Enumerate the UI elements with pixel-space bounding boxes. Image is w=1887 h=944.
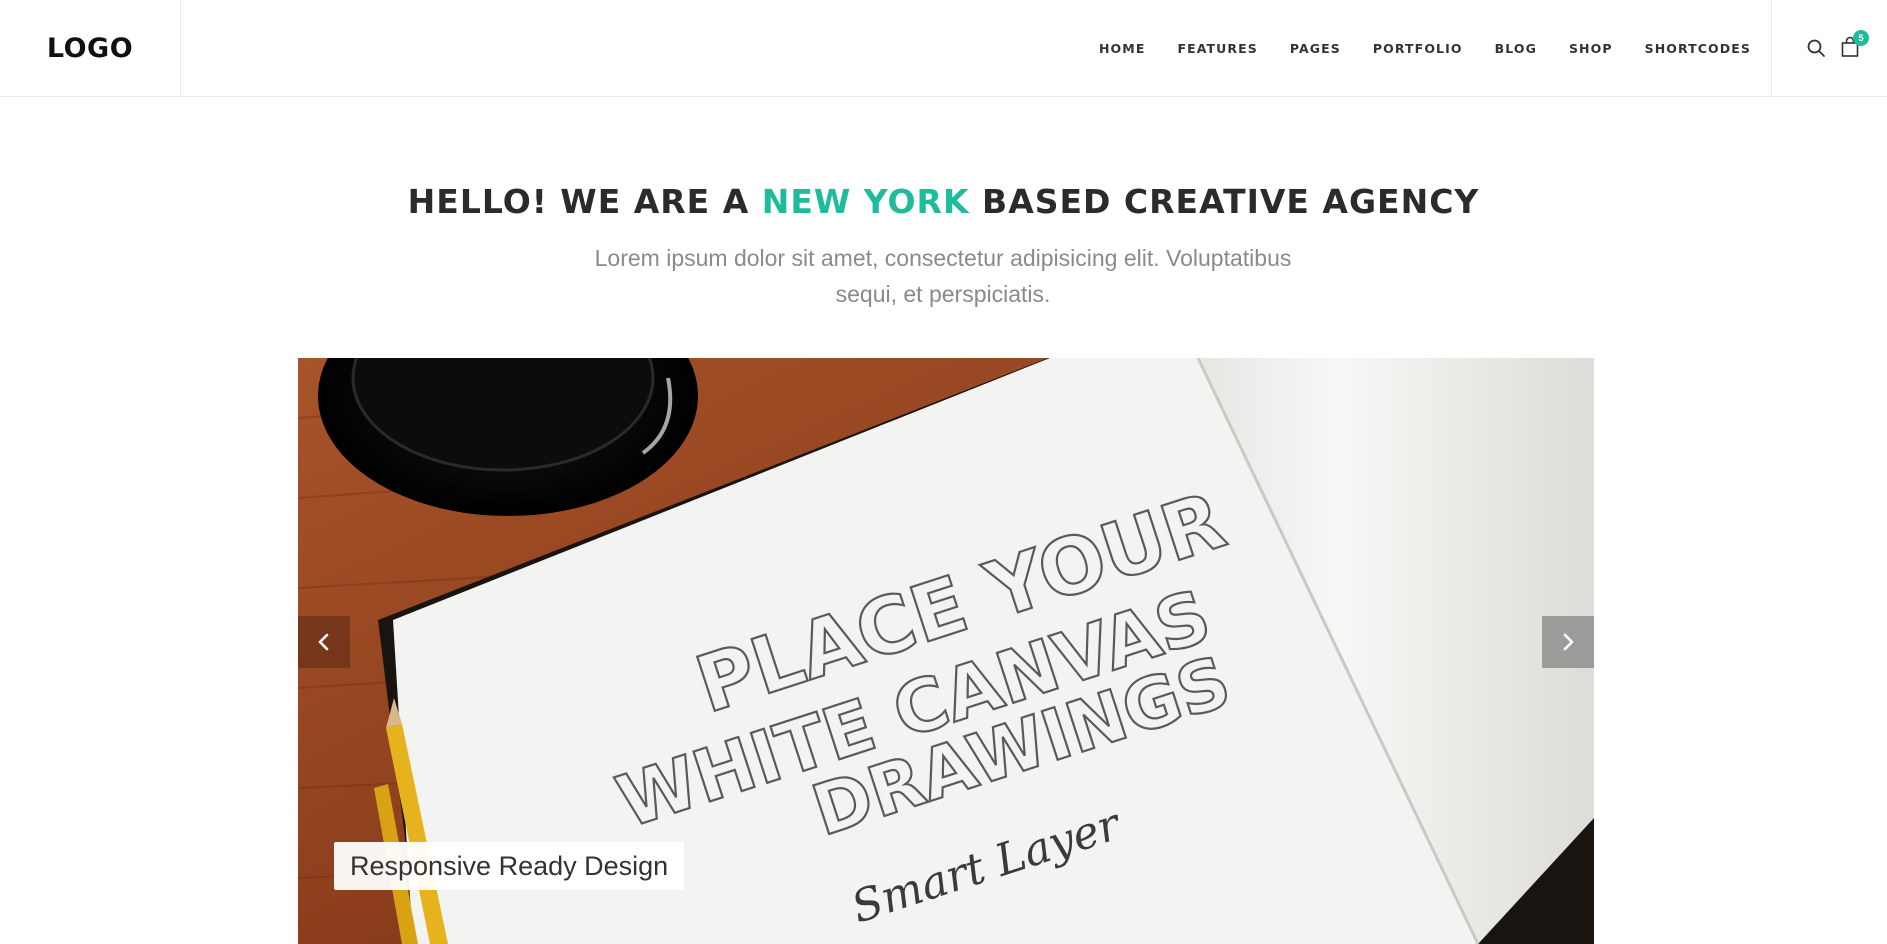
slider-next-button[interactable]: [1542, 616, 1594, 668]
chevron-right-icon: [1563, 633, 1574, 651]
nav-item-portfolio[interactable]: PORTFOLIO: [1373, 41, 1463, 56]
site-logo[interactable]: LOGO: [47, 33, 133, 64]
main-navigation: HOME FEATURES PAGES PORTFOLIO BLOG SHOP …: [1099, 0, 1751, 97]
header-actions: 5: [1771, 0, 1887, 97]
search-icon[interactable]: [1806, 38, 1826, 58]
site-header: LOGO HOME FEATURES PAGES PORTFOLIO BLOG …: [0, 0, 1887, 97]
chevron-left-icon: [318, 633, 329, 651]
cart-count-badge: 5: [1853, 30, 1869, 46]
headline-part-2: BASED CREATIVE AGENCY: [969, 182, 1480, 221]
nav-item-pages[interactable]: PAGES: [1290, 41, 1341, 56]
slider-prev-button[interactable]: [298, 616, 350, 668]
slide-caption: Responsive Ready Design: [334, 842, 685, 890]
logo-container[interactable]: LOGO: [0, 0, 181, 97]
nav-item-features[interactable]: FEATURES: [1177, 41, 1257, 56]
intro-subtitle: Lorem ipsum dolor sit amet, consectetur …: [594, 245, 1292, 307]
nav-item-shortcodes[interactable]: SHORTCODES: [1645, 41, 1751, 56]
nav-item-blog[interactable]: BLOG: [1495, 41, 1537, 56]
page-headline: HELLO! WE ARE A NEW YORK BASED CREATIVE …: [0, 182, 1887, 221]
image-slider: PLACE YOUR WHITE CANVAS DRAWINGS Smart L…: [298, 358, 1594, 944]
nav-item-home[interactable]: HOME: [1099, 41, 1145, 56]
headline-part-1: HELLO! WE ARE A: [407, 182, 762, 221]
nav-item-shop[interactable]: SHOP: [1569, 41, 1613, 56]
headline-accent: NEW YORK: [761, 182, 970, 221]
